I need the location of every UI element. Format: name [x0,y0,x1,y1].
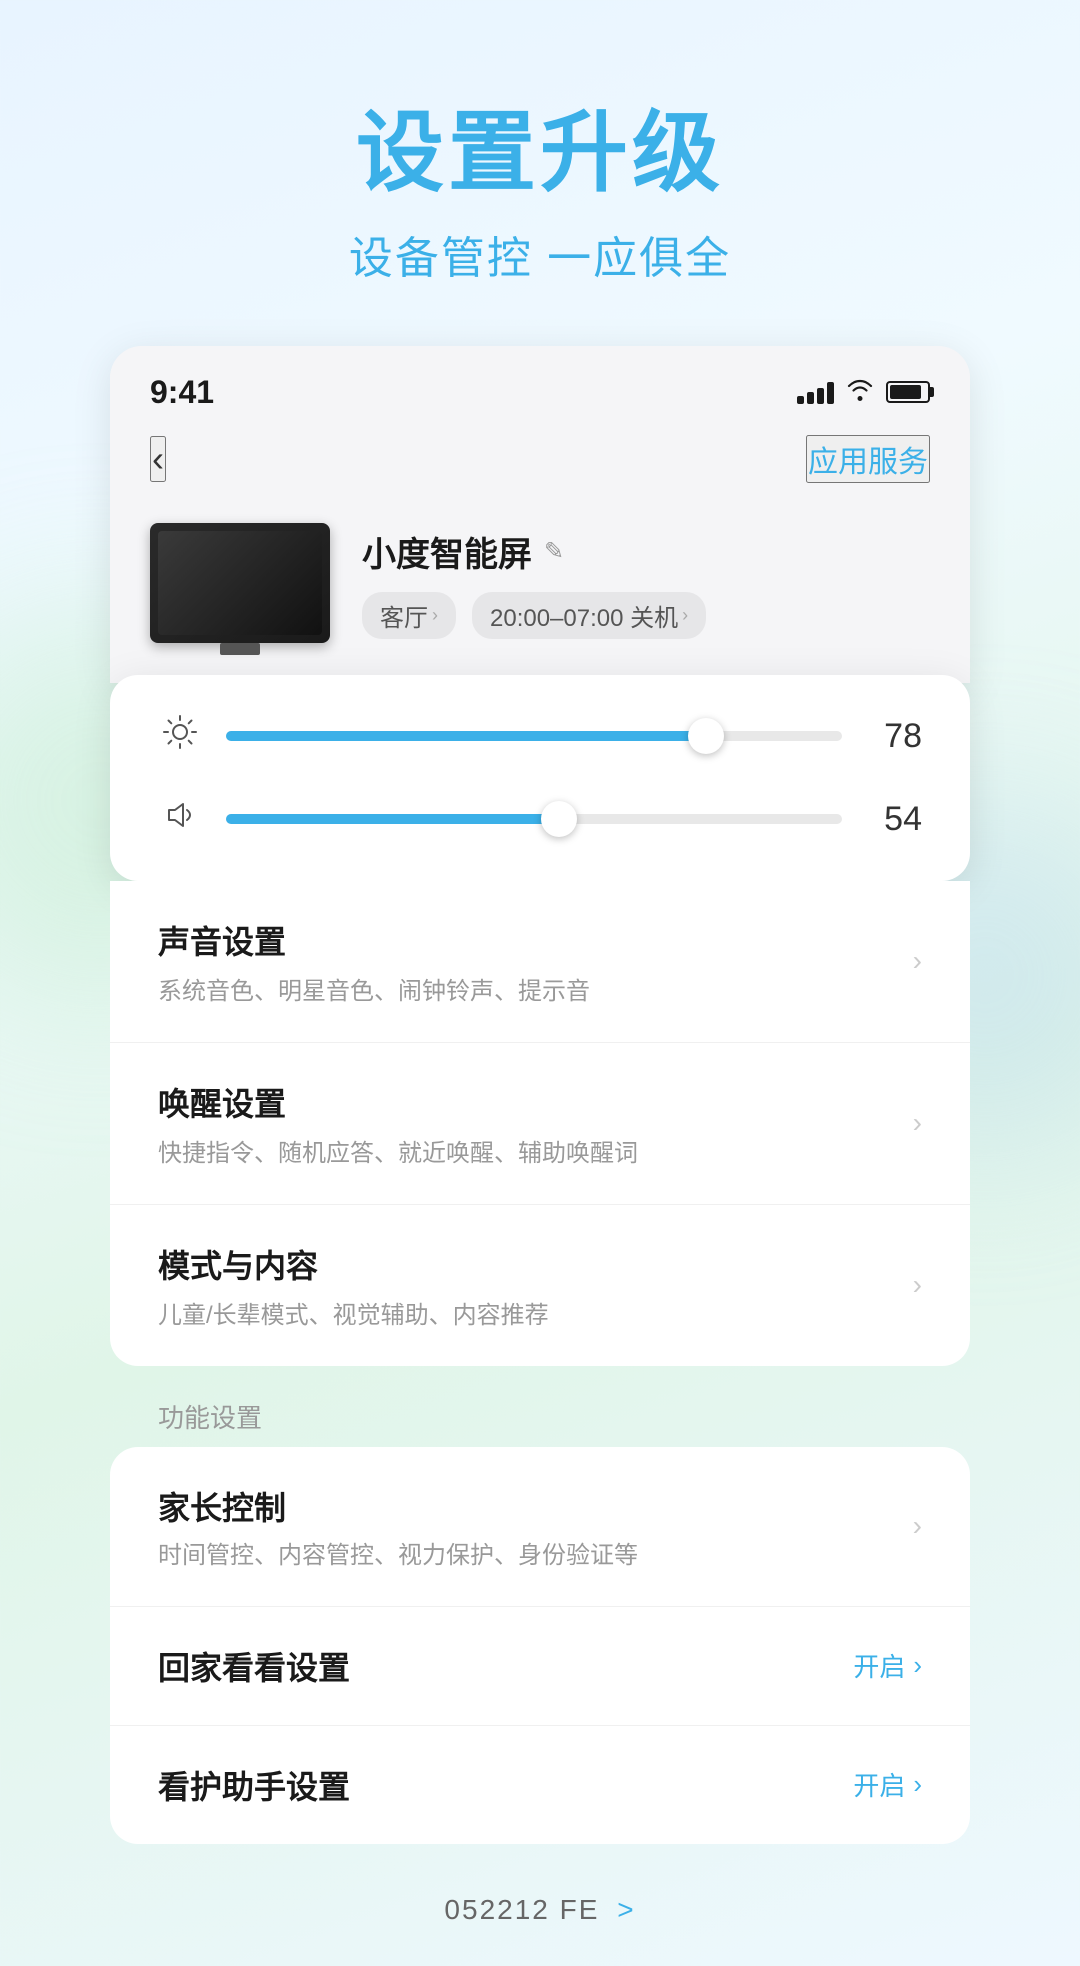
status-icons [797,377,930,408]
volume-icon [158,798,202,841]
volume-thumb[interactable] [541,801,577,837]
device-info-section: 小度智能屏 ✎ 客厅 › 20:00–07:00 关机 › [110,503,970,683]
wakeup-chevron-icon: › [913,1107,922,1139]
brightness-thumb[interactable] [688,718,724,754]
brightness-track[interactable] [226,731,842,741]
mode-chevron-icon: › [913,1269,922,1301]
signal-icon [797,380,834,404]
volume-value: 54 [866,800,922,839]
device-card: 9:41 [110,346,970,683]
status-time: 9:41 [150,374,214,411]
section-label-function: 功能设置 [110,1366,970,1447]
status-bar: 9:41 [110,346,970,427]
back-button[interactable]: ‹ [150,436,166,482]
schedule-chevron-icon: › [682,605,688,626]
settings-list: 声音设置 系统音色、明星音色、闹钟铃声、提示音 › 唤醒设置 快捷指令、随机应答… [110,881,970,1366]
feature-settings-card: 家长控制 时间管控、内容管控、视力保护、身份验证等 › 回家看看设置 开启 › … [110,1447,970,1844]
device-name: 小度智能屏 [362,527,532,576]
page-title: 设置升级 [0,100,1080,206]
sound-chevron-icon: › [913,945,922,977]
controls-card: 78 54 [110,675,970,881]
parental-chevron-icon: › [913,1510,922,1542]
device-tags: 客厅 › 20:00–07:00 关机 › [362,592,930,639]
bottom-text: 052212 FE > [0,1844,1080,1966]
caregiver-status: 开启 › [853,1766,922,1803]
feature-item-homewatch[interactable]: 回家看看设置 开启 › [110,1607,970,1726]
device-name-row: 小度智能屏 ✎ [362,527,930,576]
volume-fill [226,814,559,824]
settings-item-mode[interactable]: 模式与内容 儿童/长辈模式、视觉辅助、内容推荐 › [110,1205,970,1366]
brightness-value: 78 [866,717,922,756]
location-chevron-icon: › [432,605,438,626]
device-meta: 小度智能屏 ✎ 客厅 › 20:00–07:00 关机 › [362,527,930,639]
feature-item-caregiver[interactable]: 看护助手设置 开启 › [110,1726,970,1844]
brightness-row: 78 [158,715,922,758]
homewatch-chevron-icon: › [913,1650,922,1681]
tv-thumbnail [150,523,330,643]
phone-container: 9:41 [110,346,970,1844]
settings-item-wakeup[interactable]: 唤醒设置 快捷指令、随机应答、就近唤醒、辅助唤醒词 › [110,1043,970,1205]
brightness-fill [226,731,706,741]
volume-track[interactable] [226,814,842,824]
location-tag[interactable]: 客厅 › [362,592,456,639]
settings-item-sound[interactable]: 声音设置 系统音色、明星音色、闹钟铃声、提示音 › [110,881,970,1043]
page-subtitle: 设备管控 一应俱全 [0,222,1080,286]
nav-bar: ‹ 应用服务 [110,427,970,503]
wifi-icon [846,377,874,408]
schedule-tag[interactable]: 20:00–07:00 关机 › [472,592,706,639]
battery-icon [886,381,930,403]
feature-item-parental[interactable]: 家长控制 时间管控、内容管控、视力保护、身份验证等 › [110,1447,970,1607]
homewatch-status: 开启 › [853,1647,922,1684]
volume-row: 54 [158,798,922,841]
brightness-icon [158,715,202,758]
app-service-button[interactable]: 应用服务 [806,435,930,483]
page-header: 设置升级 设备管控 一应俱全 [0,0,1080,346]
caregiver-chevron-icon: › [913,1769,922,1800]
edit-icon[interactable]: ✎ [544,537,564,566]
